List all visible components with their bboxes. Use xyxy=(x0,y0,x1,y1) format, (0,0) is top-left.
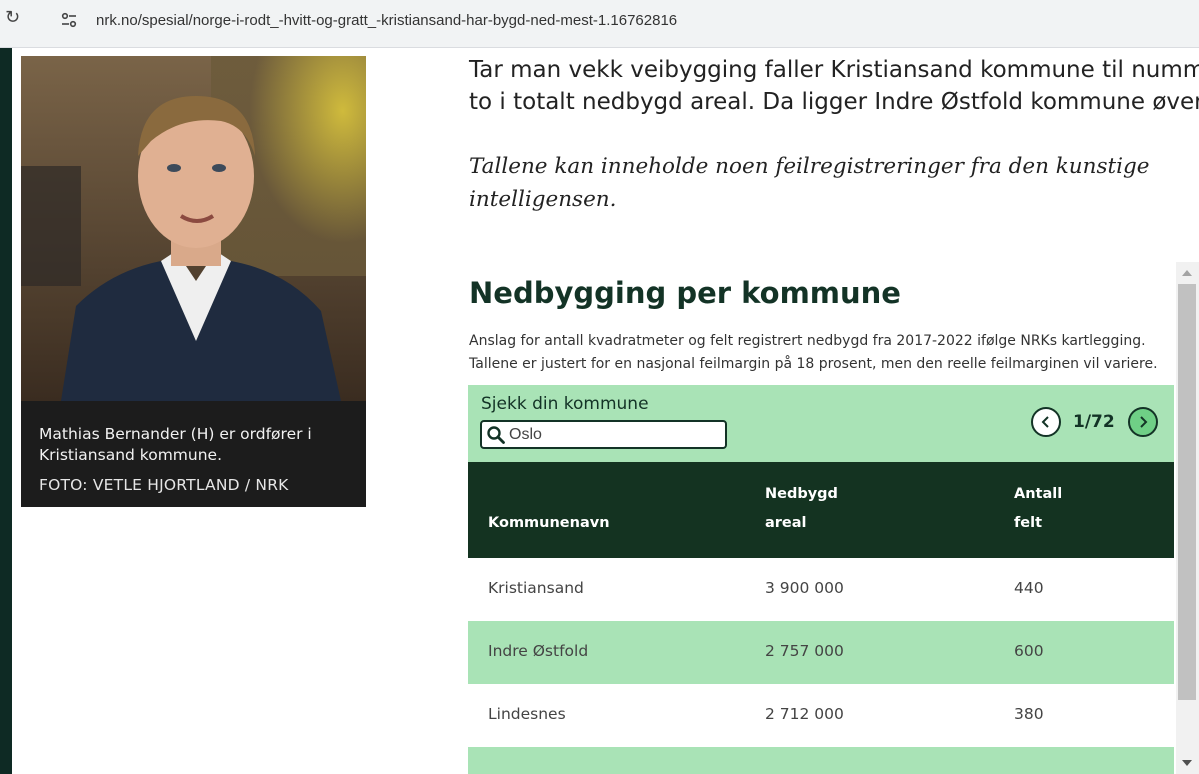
next-page-button[interactable] xyxy=(1128,407,1158,437)
search-field[interactable] xyxy=(480,420,727,449)
cell-fields: 440 xyxy=(1014,579,1044,597)
cell-area: 3 900 000 xyxy=(765,579,844,597)
page-indicator: 1/72 xyxy=(1073,412,1115,432)
column-header-area[interactable]: Nedbygd areal xyxy=(765,480,838,538)
chevron-right-icon xyxy=(1140,416,1148,428)
paragraph-line: intelligensen. xyxy=(469,187,617,212)
search-label: Sjekk din kommune xyxy=(481,394,649,414)
cell-name: Lindesnes xyxy=(488,705,566,723)
cell-area: 2 757 000 xyxy=(765,642,844,660)
chevron-left-icon xyxy=(1041,416,1049,428)
column-header-line: Nedbygd xyxy=(765,486,838,502)
table-row: Kristiansand 3 900 000 440 xyxy=(468,558,1174,621)
scrollbar-thumb[interactable] xyxy=(1178,284,1196,700)
widget-subtitle: Anslag for antall kvadratmeter og felt r… xyxy=(469,330,1189,376)
cell-name: Kristiansand xyxy=(488,579,584,597)
page-viewport: Mathias Bernander (H) er ordfører i Kris… xyxy=(12,48,1199,774)
search-input[interactable] xyxy=(509,424,719,446)
column-header-fields[interactable]: Antall felt xyxy=(1014,480,1062,538)
cell-name: Indre Østfold xyxy=(488,642,589,660)
paragraph-line: to i totalt nedbygd areal. Da ligger Ind… xyxy=(469,89,1199,115)
photo-credit: FOTO: VETLE HJORTLAND / NRK xyxy=(39,476,289,494)
paragraph-line: Tar man vekk veibygging faller Kristians… xyxy=(469,57,1199,83)
column-header-name[interactable]: Kommunenavn xyxy=(488,509,610,538)
reload-icon[interactable]: ↻ xyxy=(5,7,20,28)
table-row: Indre Østfold 2 757 000 600 xyxy=(468,621,1174,684)
scroll-up-arrow-icon[interactable] xyxy=(1182,270,1192,276)
cell-fields: 380 xyxy=(1014,705,1044,723)
table-row-partial xyxy=(468,747,1174,774)
previous-page-button[interactable] xyxy=(1031,407,1061,437)
search-icon xyxy=(486,425,506,445)
search-panel: Sjekk din kommune 1/72 xyxy=(468,385,1174,462)
url-text[interactable]: nrk.no/spesial/norge-i-rodt_-hvitt-og-gr… xyxy=(96,12,677,29)
subtitle-line: Tallene er justert for en nasjonal feilm… xyxy=(469,356,1158,372)
table-header: Kommunenavn Nedbygd areal Antall felt xyxy=(468,462,1174,558)
scroll-down-arrow-icon[interactable] xyxy=(1182,760,1192,766)
scrollbar[interactable] xyxy=(1176,262,1199,774)
disclaimer-paragraph: Tallene kan inneholde noen feilregistrer… xyxy=(469,150,1169,216)
column-header-line: Antall xyxy=(1014,486,1063,502)
cell-area: 2 712 000 xyxy=(765,705,844,723)
site-info-icon[interactable] xyxy=(58,9,80,31)
widget-title: Nedbygging per kommune xyxy=(469,276,901,310)
paragraph-line: Tallene kan inneholde noen feilregistrer… xyxy=(469,154,1150,179)
column-header-line: areal xyxy=(765,515,807,531)
subtitle-line: Anslag for antall kvadratmeter og felt r… xyxy=(469,333,1146,349)
cell-fields: 600 xyxy=(1014,642,1044,660)
article-paragraph: Tar man vekk veibygging faller Kristians… xyxy=(469,54,1199,118)
photo-card: Mathias Bernander (H) er ordfører i Kris… xyxy=(21,56,366,507)
photo-caption: Mathias Bernander (H) er ordfører i Kris… xyxy=(39,425,312,464)
address-bar: ↻ nrk.no/spesial/norge-i-rodt_-hvitt-og-… xyxy=(0,0,1199,48)
portrait-photo xyxy=(21,56,366,401)
table-row: Lindesnes 2 712 000 380 xyxy=(468,684,1174,747)
column-header-line: felt xyxy=(1014,515,1043,531)
